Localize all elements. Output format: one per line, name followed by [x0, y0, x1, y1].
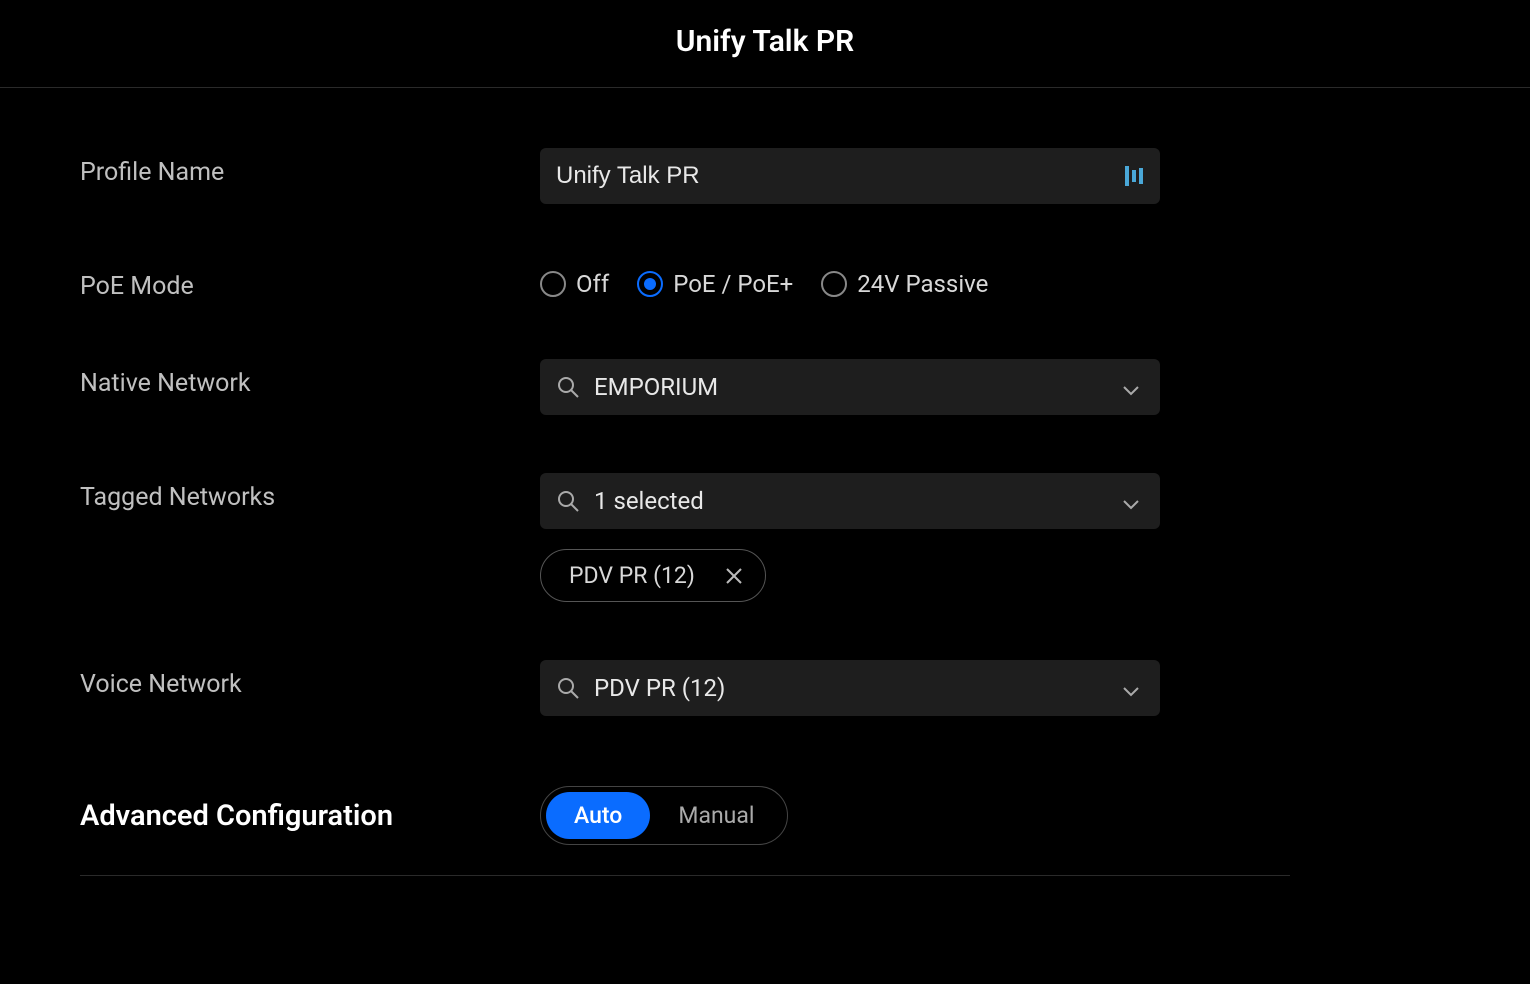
radio-option-24v[interactable]: 24V Passive	[821, 270, 988, 298]
chip-label: PDV PR (12)	[569, 562, 695, 589]
row-voice-network: Voice Network PDV PR (12)	[80, 660, 1290, 716]
tagged-networks-select[interactable]: 1 selected	[540, 473, 1160, 529]
password-manager-icon[interactable]	[1124, 164, 1144, 188]
radio-dot-icon	[644, 278, 656, 290]
label-native-network: Native Network	[80, 359, 540, 398]
label-tagged-networks: Tagged Networks	[80, 473, 540, 512]
network-chip: PDV PR (12)	[540, 549, 766, 602]
segment-auto[interactable]: Auto	[546, 792, 650, 839]
tagged-networks-chips: PDV PR (12)	[540, 549, 1160, 602]
row-advanced-config: Advanced Configuration Auto Manual	[80, 786, 1290, 845]
radio-option-off[interactable]: Off	[540, 270, 609, 298]
radio-label: 24V Passive	[857, 270, 988, 298]
label-profile-name: Profile Name	[80, 148, 540, 187]
radio-option-poe[interactable]: PoE / PoE+	[637, 270, 793, 298]
input-wrapper-profile-name	[540, 148, 1160, 204]
radio-circle-icon	[540, 271, 566, 297]
row-profile-name: Profile Name	[80, 148, 1290, 204]
label-voice-network: Voice Network	[80, 660, 540, 699]
select-value: PDV PR (12)	[594, 674, 1122, 702]
page-header: Unify Talk PR	[0, 0, 1530, 88]
native-network-select[interactable]: EMPORIUM	[540, 359, 1160, 415]
close-icon[interactable]	[725, 567, 743, 585]
voice-network-select[interactable]: PDV PR (12)	[540, 660, 1160, 716]
profile-name-input[interactable]	[556, 148, 1124, 204]
form-content: Profile Name PoE Mode Off	[0, 88, 1370, 876]
search-icon	[556, 489, 580, 513]
section-divider	[80, 875, 1290, 876]
search-icon	[556, 676, 580, 700]
radio-circle-icon	[821, 271, 847, 297]
poe-mode-radio-group: Off PoE / PoE+ 24V Passive	[540, 262, 1160, 298]
radio-label: Off	[576, 270, 609, 298]
section-title-advanced: Advanced Configuration	[80, 799, 540, 833]
advanced-segmented-control: Auto Manual	[540, 786, 788, 845]
segment-manual[interactable]: Manual	[650, 792, 782, 839]
select-value: EMPORIUM	[594, 373, 1122, 401]
search-icon	[556, 375, 580, 399]
chevron-down-icon	[1122, 495, 1140, 507]
radio-circle-icon	[637, 271, 663, 297]
chevron-down-icon	[1122, 381, 1140, 393]
chevron-down-icon	[1122, 682, 1140, 694]
row-native-network: Native Network EMPORIUM	[80, 359, 1290, 415]
row-poe-mode: PoE Mode Off PoE / PoE+ 24V Passive	[80, 262, 1290, 301]
label-poe-mode: PoE Mode	[80, 262, 540, 301]
select-value: 1 selected	[594, 487, 1122, 515]
page-title: Unify Talk PR	[0, 24, 1530, 59]
row-tagged-networks: Tagged Networks 1 selected P	[80, 473, 1290, 602]
radio-label: PoE / PoE+	[673, 270, 793, 298]
